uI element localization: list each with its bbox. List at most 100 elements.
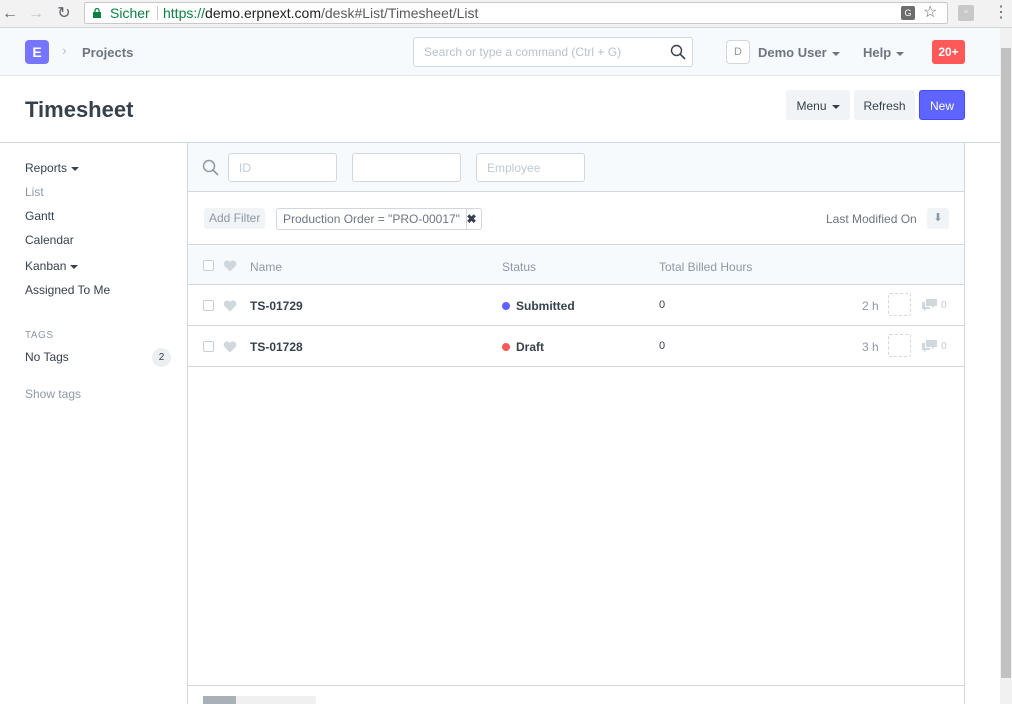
extension-icon[interactable]: ▫ bbox=[958, 5, 974, 21]
browser-toolbar: ← → ↻ Sicher https://demo.erpnext.com/de… bbox=[0, 0, 1012, 28]
status-indicator-dot bbox=[502, 302, 510, 310]
chevron-right-icon: › bbox=[62, 42, 67, 58]
vertical-scrollbar[interactable] bbox=[1000, 28, 1012, 704]
caret-down-icon bbox=[831, 51, 840, 56]
show-tags-link[interactable]: Show tags bbox=[25, 387, 81, 401]
row-name-link[interactable]: TS-01729 bbox=[250, 299, 303, 313]
heart-icon[interactable] bbox=[223, 260, 237, 272]
sidebar-item-no-tags[interactable]: No Tags bbox=[25, 350, 69, 364]
add-filter-button[interactable]: Add Filter bbox=[204, 208, 266, 229]
status-label[interactable]: Draft bbox=[516, 340, 544, 354]
url-text: https://demo.erpnext.com/desk#List/Times… bbox=[163, 3, 478, 23]
app-navbar: E › Projects D Demo User Help 20+ bbox=[0, 28, 1000, 76]
status-label[interactable]: Submitted bbox=[516, 299, 575, 313]
sidebar-item-kanban[interactable]: Kanban bbox=[25, 259, 79, 273]
status-indicator-dot bbox=[502, 343, 510, 351]
address-bar[interactable]: Sicher https://demo.erpnext.com/desk#Lis… bbox=[84, 2, 948, 24]
sidebar-item-list[interactable]: List bbox=[25, 185, 44, 199]
column-header-status[interactable]: Status bbox=[502, 260, 536, 274]
comment-icon bbox=[922, 299, 937, 312]
sort-order-button[interactable]: ⬇ bbox=[927, 208, 949, 229]
heart-icon[interactable] bbox=[223, 341, 237, 353]
refresh-button[interactable]: Refresh bbox=[854, 90, 915, 120]
secure-label: Sicher bbox=[110, 5, 150, 21]
caret-down-icon bbox=[896, 51, 905, 56]
filter-row: Add Filter Production Order = "PRO-00017… bbox=[188, 193, 964, 245]
list-bottom-divider bbox=[188, 685, 964, 686]
filter-input-2[interactable] bbox=[352, 153, 461, 182]
sort-selector[interactable]: Last Modified On bbox=[826, 212, 917, 226]
active-filter-tag[interactable]: Production Order = "PRO-00017" ✖ bbox=[276, 208, 482, 230]
standard-filter-area bbox=[188, 143, 964, 192]
new-button[interactable]: New bbox=[919, 90, 965, 120]
help-menu[interactable]: Help bbox=[863, 45, 905, 60]
browser-menu-icon[interactable]: ⋮ bbox=[993, 3, 1009, 23]
search-icon[interactable] bbox=[670, 44, 686, 60]
forward-icon[interactable]: → bbox=[26, 4, 46, 24]
modified-time: 2 h bbox=[862, 299, 879, 313]
sidebar-item-gantt[interactable]: Gantt bbox=[25, 209, 54, 223]
billed-hours-value: 0 bbox=[659, 340, 666, 352]
sidebar-item-reports[interactable]: Reports bbox=[25, 161, 80, 175]
search-icon bbox=[202, 159, 219, 176]
heart-icon[interactable] bbox=[223, 300, 237, 312]
comment-count: 0 bbox=[941, 341, 947, 352]
table-row[interactable]: TS-01729 Submitted 0 2 h 0 bbox=[188, 285, 964, 326]
awesome-bar bbox=[413, 37, 693, 67]
awesome-bar-input[interactable] bbox=[414, 38, 664, 66]
remove-filter-icon[interactable]: ✖ bbox=[462, 209, 481, 229]
comment-count: 0 bbox=[941, 300, 947, 311]
tag-count-badge: 2 bbox=[152, 348, 171, 367]
list-sidebar: Reports List Gantt Calendar Kanban Assig… bbox=[0, 144, 188, 704]
column-header-total-billed-hours[interactable]: Total Billed Hours bbox=[659, 260, 752, 274]
caret-down-icon bbox=[831, 104, 840, 109]
lock-icon bbox=[93, 8, 101, 18]
horizontal-scrollbar[interactable] bbox=[203, 696, 316, 704]
list-header-row: Name Status Total Billed Hours bbox=[188, 246, 964, 285]
page-title: Timesheet bbox=[25, 97, 134, 122]
employee-filter-input[interactable] bbox=[476, 153, 585, 182]
caret-down-icon bbox=[71, 166, 80, 171]
reload-icon[interactable]: ↻ bbox=[54, 4, 74, 24]
bookmark-star-icon[interactable]: ☆ bbox=[923, 3, 937, 23]
assign-placeholder[interactable] bbox=[888, 293, 911, 316]
arrow-down-icon: ⬇ bbox=[933, 212, 943, 224]
app-logo[interactable]: E bbox=[25, 40, 49, 64]
url-host: demo.erpnext.com bbox=[205, 5, 321, 21]
tags-heading: TAGS bbox=[25, 330, 54, 341]
url-scheme: https:// bbox=[163, 5, 206, 21]
row-checkbox[interactable] bbox=[203, 341, 214, 352]
avatar[interactable]: D bbox=[726, 40, 750, 64]
modified-time: 3 h bbox=[862, 340, 879, 354]
user-name: Demo User bbox=[758, 45, 827, 60]
list-frame: Add Filter Production Order = "PRO-00017… bbox=[187, 143, 965, 704]
breadcrumb-projects[interactable]: Projects bbox=[82, 45, 133, 60]
row-name-link[interactable]: TS-01728 bbox=[250, 340, 303, 354]
table-row[interactable]: TS-01728 Draft 0 3 h 0 bbox=[188, 326, 964, 367]
translate-icon[interactable]: G bbox=[901, 6, 915, 20]
sidebar-item-label: Reports bbox=[25, 161, 68, 175]
row-checkbox[interactable] bbox=[203, 300, 214, 311]
assign-placeholder[interactable] bbox=[888, 334, 911, 357]
back-icon[interactable]: ← bbox=[0, 4, 20, 24]
select-all-checkbox[interactable] bbox=[203, 260, 214, 271]
filter-tag-label[interactable]: Production Order = "PRO-00017" bbox=[277, 209, 467, 229]
url-path: /desk#List/Timesheet/List bbox=[320, 5, 479, 21]
comment-icon bbox=[922, 340, 937, 353]
scrollbar-thumb[interactable] bbox=[1001, 48, 1011, 678]
scrollbar-thumb[interactable] bbox=[203, 696, 236, 704]
column-header-name[interactable]: Name bbox=[250, 260, 282, 274]
billed-hours-value: 0 bbox=[659, 299, 666, 311]
caret-down-icon bbox=[70, 264, 79, 269]
notification-badge[interactable]: 20+ bbox=[932, 40, 965, 64]
help-label: Help bbox=[863, 45, 892, 60]
sidebar-item-assigned-to-me[interactable]: Assigned To Me bbox=[25, 283, 110, 297]
sidebar-item-label: Kanban bbox=[25, 259, 67, 273]
sidebar-item-calendar[interactable]: Calendar bbox=[25, 233, 74, 247]
id-filter-input[interactable] bbox=[228, 153, 337, 182]
user-menu[interactable]: Demo User bbox=[758, 45, 840, 60]
menu-label: Menu bbox=[796, 99, 827, 113]
page-header: Timesheet Menu Refresh New bbox=[0, 77, 1000, 143]
menu-button[interactable]: Menu bbox=[786, 90, 850, 120]
address-divider bbox=[157, 6, 158, 20]
